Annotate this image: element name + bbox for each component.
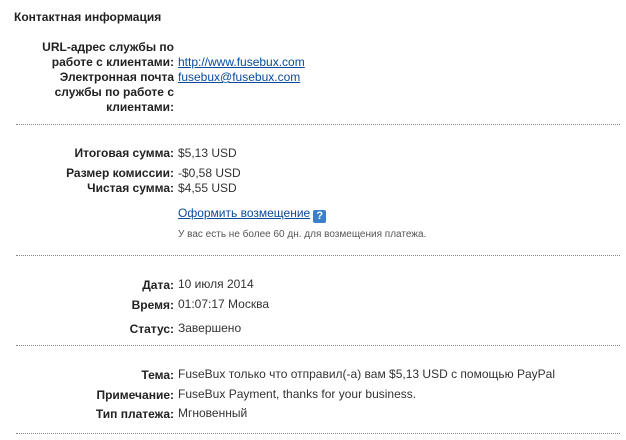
customer-service-email-label: Электронная почта службы по работе с кли… <box>55 70 174 115</box>
subject-label: Тема: <box>141 368 174 382</box>
status-value: Завершено <box>178 321 242 335</box>
email-label-line-1: Электронная почта <box>59 70 174 84</box>
customer-service-url-label: URL-адрес службы по работе с клиентами: <box>42 40 174 70</box>
url-label-line-1: URL-адрес службы по <box>42 40 174 54</box>
url-label-line-2: работе с клиентами: <box>51 55 174 69</box>
total-amount-label: Итоговая сумма: <box>74 146 174 160</box>
time-value: 01:07:17 Москва <box>178 297 270 311</box>
payment-type-value: Мгновенный <box>178 406 248 420</box>
customer-service-email-link[interactable]: fusebux@fusebux.com <box>178 70 300 84</box>
payment-type-label: Тип платежа: <box>95 407 174 421</box>
refund-hint-text: У вас есть не более 60 дн. для возмещени… <box>178 229 427 240</box>
refund-row: Оформить возмещение? <box>178 206 327 223</box>
question-icon[interactable]: ? <box>313 210 327 223</box>
fee-amount-value: -$0,58 USD <box>178 166 241 180</box>
total-amount-value: $5,13 USD <box>178 146 237 160</box>
contact-section-title: Контактная информация <box>14 10 162 24</box>
date-value: 10 июля 2014 <box>178 277 254 291</box>
divider <box>16 345 620 346</box>
email-label-line-3: клиентами: <box>106 100 174 114</box>
date-label: Дата: <box>142 278 174 292</box>
status-label: Статус: <box>129 322 174 336</box>
customer-service-email-value: fusebux@fusebux.com <box>178 70 300 85</box>
note-value: FuseBux Payment, thanks for your busines… <box>178 387 417 401</box>
fee-amount-label: Размер комиссии: <box>66 166 174 180</box>
time-label: Время: <box>131 298 174 312</box>
net-amount-label: Чистая сумма: <box>87 181 174 195</box>
subject-value: FuseBux только что отправил(-а) вам $5,1… <box>178 367 555 381</box>
email-label-line-2: службы по работе с <box>54 85 174 99</box>
issue-refund-link[interactable]: Оформить возмещение <box>178 206 310 220</box>
note-label: Примечание: <box>96 388 174 402</box>
divider <box>16 124 620 125</box>
divider <box>16 433 620 434</box>
customer-service-url-value: http://www.fusebux.com <box>178 55 305 70</box>
divider <box>16 255 620 256</box>
customer-service-url-link[interactable]: http://www.fusebux.com <box>178 55 305 69</box>
net-amount-value: $4,55 USD <box>178 181 237 195</box>
